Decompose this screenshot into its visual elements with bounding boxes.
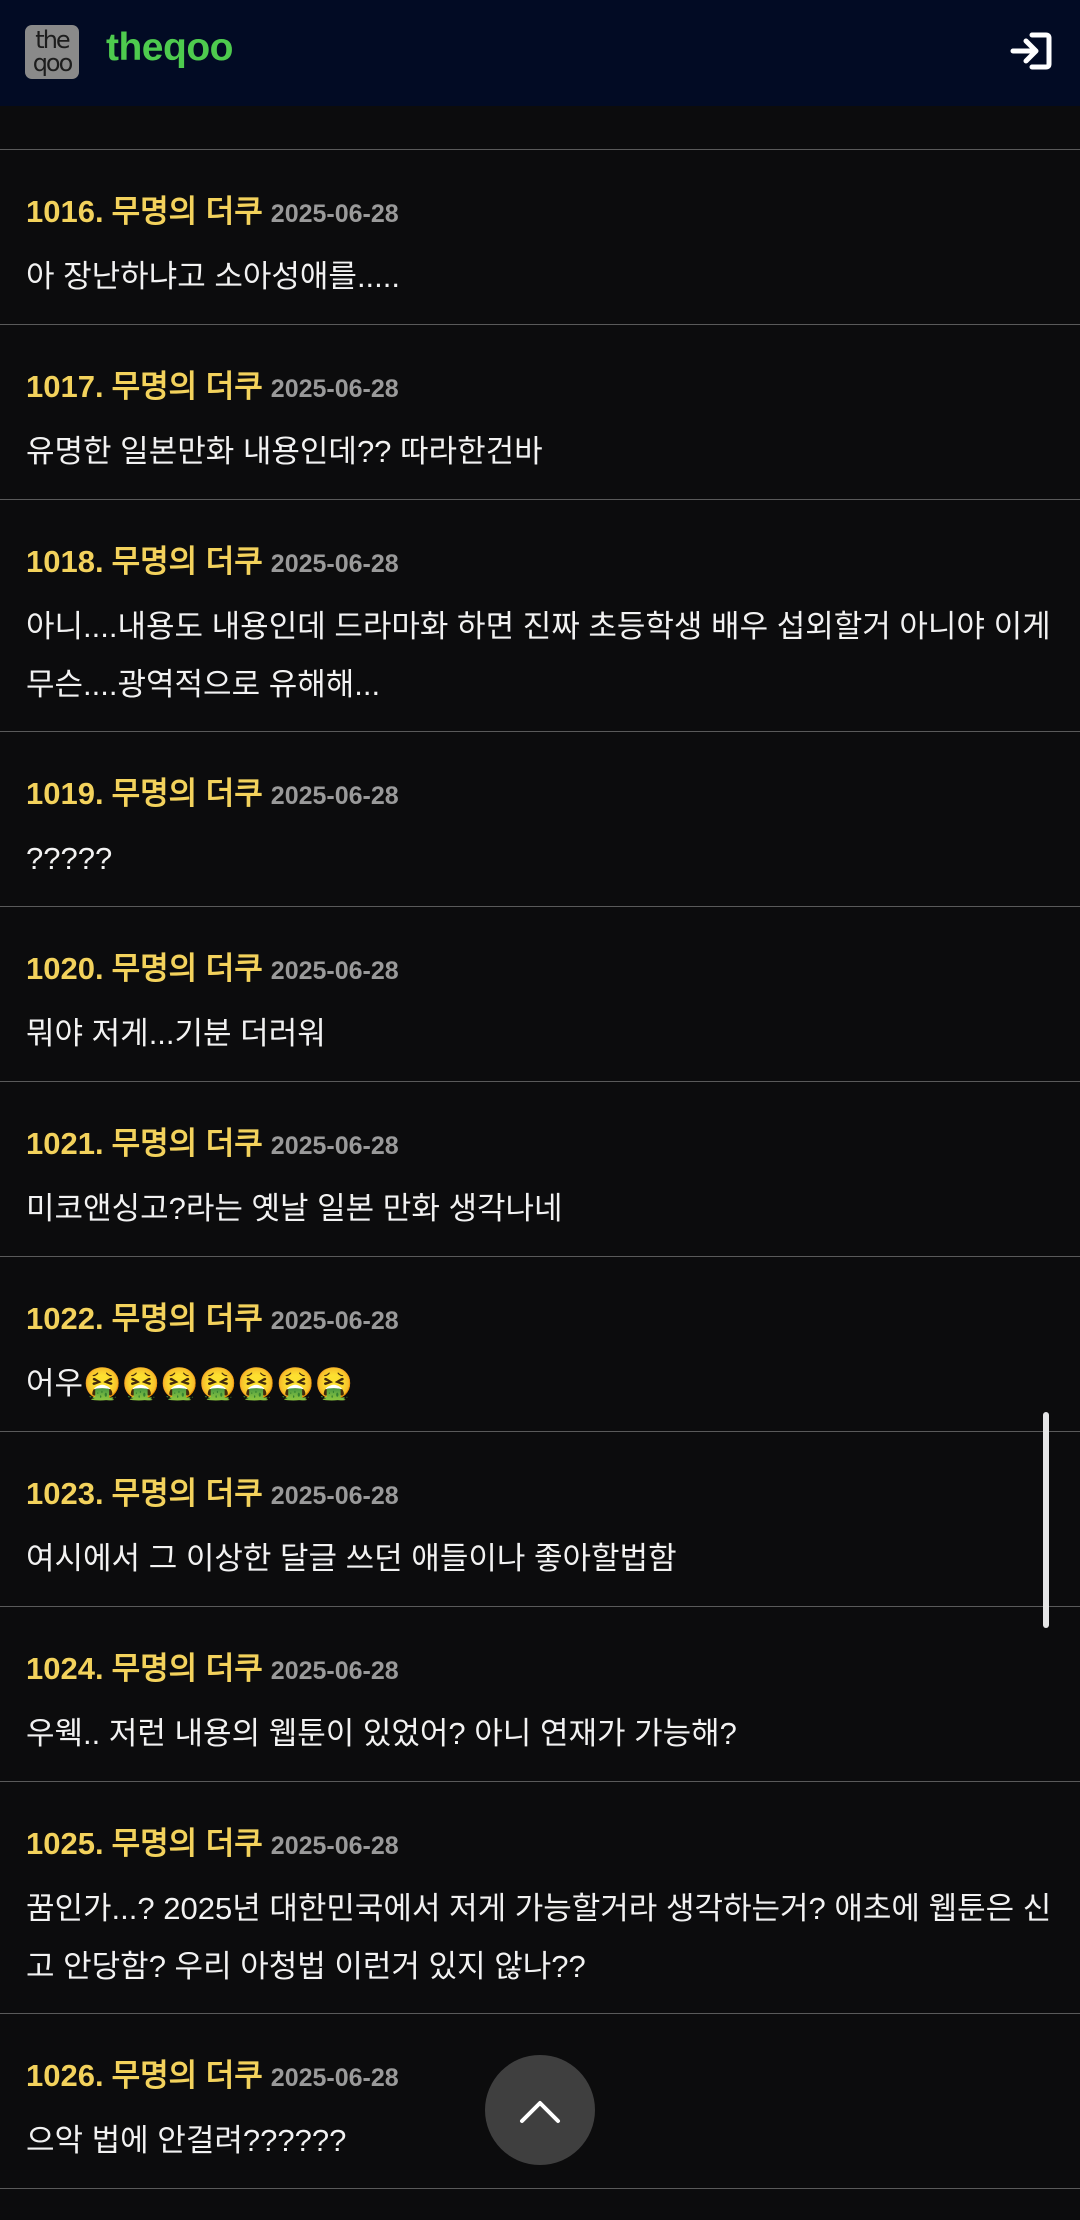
comment-author: 무명의 더쿠 <box>111 1826 263 1861</box>
comment-meta: 1025. 무명의 더쿠 2025-06-28 <box>26 1818 399 1863</box>
comment-date: 2025-06-28 <box>270 550 399 578</box>
comment-text: 아니....내용도 내용인데 드라마화 하면 진짜 초등학생 배우 섭외할거 아… <box>26 609 1051 702</box>
comment-date: 2025-06-28 <box>270 1132 399 1160</box>
comment-item[interactable]: 1021. 무명의 더쿠 2025-06-28 미코앤싱고?라는 옛날 일본 만화 … <box>0 1082 1080 1257</box>
comment-number[interactable]: 1018. <box>26 544 104 579</box>
comment-number[interactable]: 1024. <box>26 1651 104 1686</box>
comment-item[interactable]: 1025. 무명의 더쿠 2025-06-28 꿈인가...? 2025년 대한민국… <box>0 1782 1080 2014</box>
comment-meta: 1019. 무명의 더쿠 2025-06-28 <box>26 768 399 813</box>
comment-text: 유명한 일본만화 내용인데?? 따라한건바 <box>26 434 543 469</box>
login-icon[interactable] <box>1008 28 1054 74</box>
comment-item[interactable]: 1019. 무명의 더쿠 2025-06-28 ????? <box>0 732 1080 907</box>
comment-author: 무명의 더쿠 <box>111 1476 263 1511</box>
comment-item[interactable]: 1023. 무명의 더쿠 2025-06-28 여시에서 그 이상한 달글 쓰던 애… <box>0 1432 1080 1607</box>
comment-number[interactable]: 1026. <box>26 2058 104 2093</box>
top-header: the qoo theqoo <box>0 0 1080 106</box>
comment-number[interactable]: 1019. <box>26 776 104 811</box>
comment-meta: 1017. 무명의 더쿠 2025-06-28 <box>26 361 399 406</box>
comment-text: 뭐야 저게...기분 더러워 <box>26 1016 326 1051</box>
scrollbar[interactable] <box>1043 1412 1049 1628</box>
theqoo-logo[interactable]: the qoo <box>25 25 79 79</box>
comment-meta: 1021. 무명의 더쿠 2025-06-28 <box>26 1118 399 1163</box>
comment-number[interactable]: 1022. <box>26 1301 104 1336</box>
comment-number[interactable]: 1021. <box>26 1126 104 1161</box>
comment-author: 무명의 더쿠 <box>111 1301 263 1336</box>
comment-meta: 1023. 무명의 더쿠 2025-06-28 <box>26 1468 399 1513</box>
chevron-up-icon <box>520 2101 560 2123</box>
comment-text: 우웩.. 저런 내용의 웹툰이 있었어? 아니 연재가 가능해? <box>26 1716 737 1751</box>
comment-date: 2025-06-28 <box>270 200 399 228</box>
comment-date: 2025-06-28 <box>270 1482 399 1510</box>
comment-date: 2025-06-28 <box>270 1657 399 1685</box>
comment-text: 여시에서 그 이상한 달글 쓰던 애들이나 좋아할법함 <box>26 1541 677 1576</box>
comment-date: 2025-06-28 <box>270 957 399 985</box>
comment-author: 무명의 더쿠 <box>111 1651 263 1686</box>
comment-number[interactable]: 1020. <box>26 951 104 986</box>
comment-number[interactable]: 1016. <box>26 194 104 229</box>
comment-author: 무명의 더쿠 <box>111 369 263 404</box>
brand-name[interactable]: theqoo <box>106 26 233 70</box>
comment-author: 무명의 더쿠 <box>111 2058 263 2093</box>
comment-date: 2025-06-28 <box>270 375 399 403</box>
comment-text: 꿈인가...? 2025년 대한민국에서 저게 가능할거라 생각하는거? 애초에… <box>26 1891 1052 1984</box>
comment-text: 어우🤮🤮🤮🤮🤮🤮🤮 <box>26 1366 354 1401</box>
comment-number[interactable]: 1023. <box>26 1476 104 1511</box>
comment-author: 무명의 더쿠 <box>111 776 263 811</box>
comment-item[interactable]: 1020. 무명의 더쿠 2025-06-28 뭐야 저게...기분 더러워 <box>0 907 1080 1082</box>
comment-date: 2025-06-28 <box>270 1832 399 1860</box>
comment-meta: 1022. 무명의 더쿠 2025-06-28 <box>26 1293 399 1338</box>
comment-item[interactable]: 1018. 무명의 더쿠 2025-06-28 아니....내용도 내용인데 드라마… <box>0 500 1080 732</box>
comment-date: 2025-06-28 <box>270 1307 399 1335</box>
comment-author: 무명의 더쿠 <box>111 194 263 229</box>
comment-number[interactable]: 1017. <box>26 369 104 404</box>
comment-number[interactable]: 1025. <box>26 1826 104 1861</box>
comment-item[interactable]: 1024. 무명의 더쿠 2025-06-28 우웩.. 저런 내용의 웹툰이 있었… <box>0 1607 1080 1782</box>
comment-meta: 1016. 무명의 더쿠 2025-06-28 <box>26 186 399 231</box>
comment-meta: 1024. 무명의 더쿠 2025-06-28 <box>26 1643 399 1688</box>
comment-item[interactable]: 1017. 무명의 더쿠 2025-06-28 유명한 일본만화 내용인데?? 따라… <box>0 325 1080 500</box>
comment-text: 미코앤싱고?라는 옛날 일본 만화 생각나네 <box>26 1191 563 1226</box>
comment-date: 2025-06-28 <box>270 782 399 810</box>
comment-item[interactable]: 1016. 무명의 더쿠 2025-06-28 아 장난하냐고 소아성애를..... <box>0 150 1080 325</box>
comment-meta: 1020. 무명의 더쿠 2025-06-28 <box>26 943 399 988</box>
comment-meta: 1018. 무명의 더쿠 2025-06-28 <box>26 536 399 581</box>
comment-author: 무명의 더쿠 <box>111 544 263 579</box>
logo-line: qoo <box>32 49 74 77</box>
comment-author: 무명의 더쿠 <box>111 1126 263 1161</box>
comment-text: 아 장난하냐고 소아성애를..... <box>26 259 401 294</box>
comment-author: 무명의 더쿠 <box>111 951 263 986</box>
comment-text: ????? <box>26 841 113 876</box>
comment-item[interactable]: 1022. 무명의 더쿠 2025-06-28 어우🤮🤮🤮🤮🤮🤮🤮 <box>0 1257 1080 1432</box>
scroll-to-top-button[interactable] <box>485 2055 595 2165</box>
comment-date: 2025-06-28 <box>270 2064 399 2092</box>
comment-meta: 1026. 무명의 더쿠 2025-06-28 <box>26 2050 399 2095</box>
